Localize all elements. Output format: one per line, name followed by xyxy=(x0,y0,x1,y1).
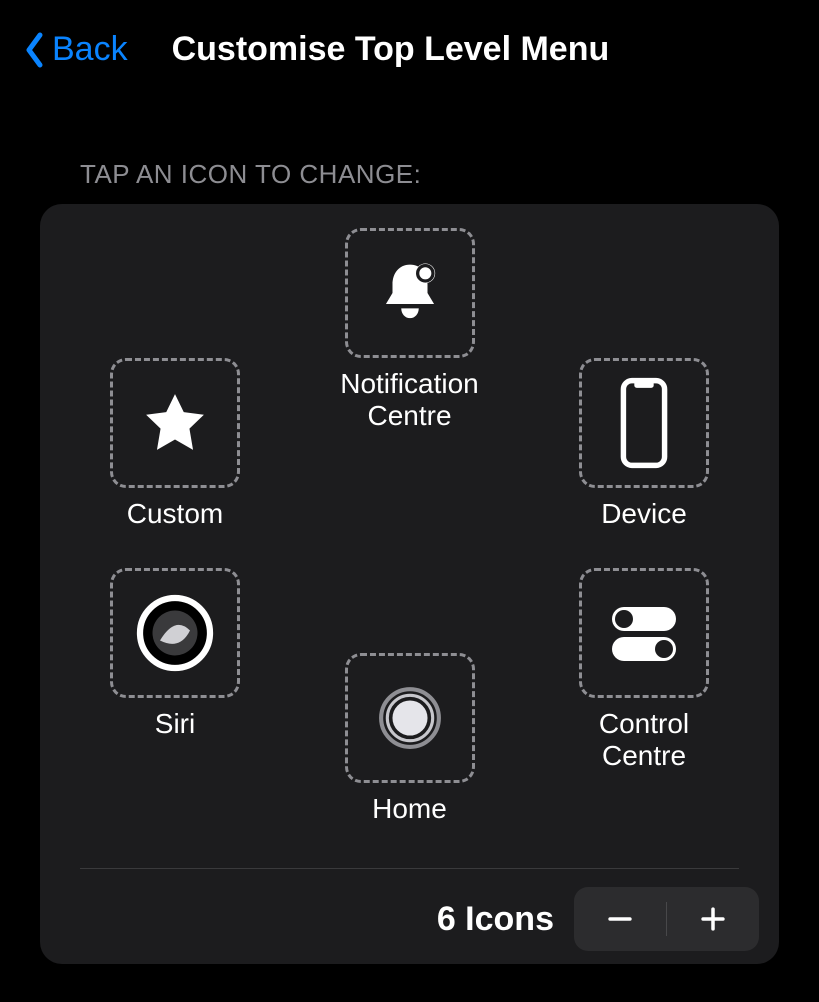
home-button-icon xyxy=(377,685,443,751)
siri-icon xyxy=(135,593,215,673)
icon-count-label: 6 Icons xyxy=(437,900,554,939)
nav-bar: Back Customise Top Level Menu xyxy=(0,0,819,89)
slot-label: Device xyxy=(601,498,687,530)
slot-label: Siri xyxy=(155,708,195,740)
slot-box xyxy=(110,568,240,698)
slot-home[interactable]: Home xyxy=(325,653,495,825)
plus-icon xyxy=(699,905,727,933)
slot-box xyxy=(579,568,709,698)
chevron-left-icon xyxy=(24,32,46,68)
slot-box xyxy=(345,653,475,783)
slot-label: Custom xyxy=(127,498,223,530)
icon-count-stepper xyxy=(574,887,759,951)
slot-label: ControlCentre xyxy=(599,708,689,772)
page-title: Customise Top Level Menu xyxy=(172,30,610,69)
phone-outline-icon xyxy=(618,377,670,469)
slot-notification-centre[interactable]: NotificationCentre xyxy=(325,228,495,432)
star-icon xyxy=(142,390,208,456)
bell-badge-icon xyxy=(375,258,445,328)
back-button[interactable]: Back xyxy=(24,30,128,69)
icon-panel: NotificationCentre Custom xyxy=(40,204,779,964)
stepper-decrement-button[interactable] xyxy=(574,887,666,951)
section-header: TAP AN ICON TO CHANGE: xyxy=(0,89,819,204)
slot-label: Home xyxy=(372,793,447,825)
slot-device[interactable]: Device xyxy=(559,358,729,530)
back-label: Back xyxy=(52,30,128,69)
icon-ring: NotificationCentre Custom xyxy=(40,228,779,868)
toggles-icon xyxy=(604,598,684,668)
minus-icon xyxy=(606,905,634,933)
slot-box xyxy=(579,358,709,488)
slot-control-centre[interactable]: ControlCentre xyxy=(559,568,729,772)
slot-box xyxy=(345,228,475,358)
slot-box xyxy=(110,358,240,488)
slot-siri[interactable]: Siri xyxy=(90,568,260,740)
stepper-increment-button[interactable] xyxy=(667,887,759,951)
slot-custom[interactable]: Custom xyxy=(90,358,260,530)
footer-row: 6 Icons xyxy=(40,869,779,951)
slot-label: NotificationCentre xyxy=(340,368,479,432)
